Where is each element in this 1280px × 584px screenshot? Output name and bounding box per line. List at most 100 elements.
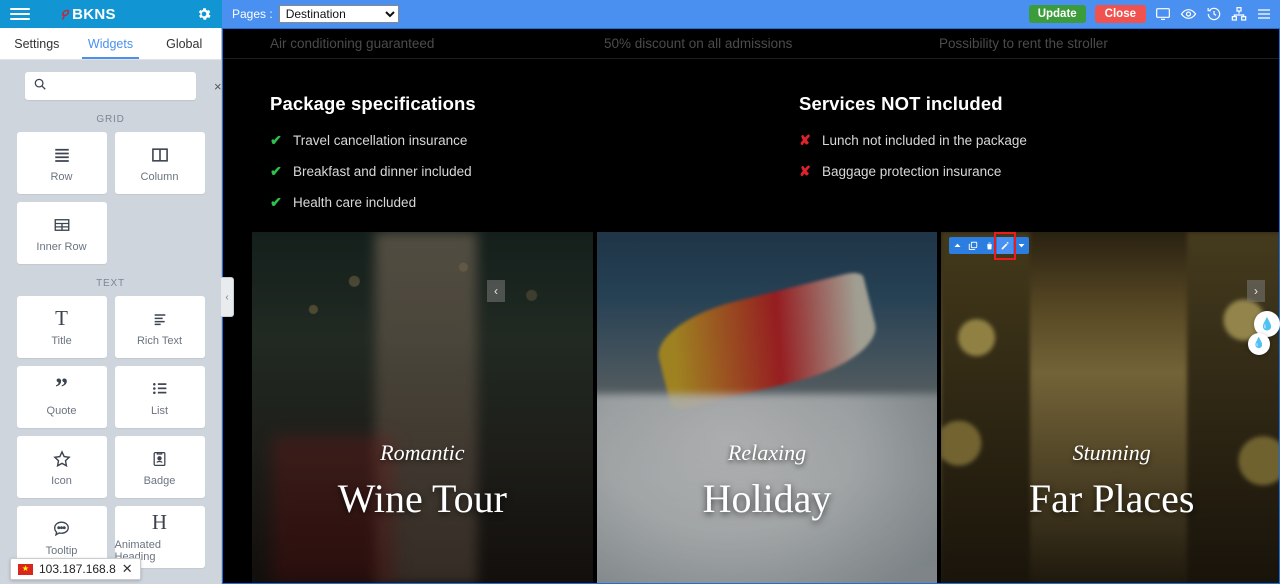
- spec-item-label: Lunch not included in the package: [822, 133, 1027, 148]
- search-icon: [33, 77, 47, 96]
- top-bar-actions: Update Close: [1028, 5, 1272, 23]
- pages-label: Pages :: [232, 7, 273, 21]
- top-bar-left: ⚲ BKNS: [0, 0, 222, 28]
- slide-overlay: [252, 232, 593, 584]
- eye-icon[interactable]: [1180, 6, 1197, 22]
- widget-quote[interactable]: ” Quote: [16, 366, 107, 428]
- widgets-scroll-area[interactable]: × GRID Row Column Inner Row TEXT T Title…: [0, 60, 221, 584]
- slide-title: Holiday: [702, 476, 832, 521]
- list-icon: [150, 378, 170, 400]
- widget-label: Icon: [51, 474, 72, 487]
- water-drop-icon-small[interactable]: 💧: [1248, 333, 1270, 355]
- app-root: ⚲ BKNS Pages : Destination Update Close: [0, 0, 1280, 584]
- carousel-slide[interactable]: Romantic Wine Tour: [252, 232, 593, 584]
- feature-strip: Air conditioning guaranteed 50% discount…: [222, 28, 1280, 58]
- panel-tabs: Settings Widgets Global: [0, 28, 221, 60]
- widget-rich-text[interactable]: Rich Text: [114, 296, 205, 358]
- specs-included-column: Package specifications ✔ Travel cancella…: [222, 93, 751, 225]
- tab-global[interactable]: Global: [147, 28, 221, 59]
- search-box[interactable]: ×: [25, 72, 221, 100]
- element-toolbar: [949, 237, 1029, 254]
- vn-flag-icon: [18, 563, 33, 575]
- widget-label: Row: [50, 170, 73, 183]
- quote-icon: ”: [55, 373, 68, 403]
- move-up-icon[interactable]: [949, 237, 965, 254]
- specs-excluded-column: Services NOT included ✘ Lunch not includ…: [751, 93, 1280, 225]
- widget-column[interactable]: Column: [114, 132, 205, 194]
- check-icon: ✔: [270, 132, 282, 148]
- carousel-slide[interactable]: Relaxing Holiday: [596, 232, 938, 584]
- widget-label: Title: [51, 334, 72, 347]
- feature-strip-item: Air conditioning guaranteed: [270, 35, 435, 51]
- hamburger-icon[interactable]: [10, 8, 30, 20]
- spec-item: ✔ Breakfast and dinner included: [270, 163, 751, 180]
- widget-title[interactable]: T Title: [16, 296, 107, 358]
- close-button[interactable]: Close: [1094, 5, 1146, 23]
- spec-item: ✘ Lunch not included in the package: [799, 132, 1280, 149]
- widget-label: List: [150, 404, 169, 417]
- specs-section: Package specifications ✔ Travel cancella…: [222, 59, 1280, 225]
- desktop-icon[interactable]: [1155, 6, 1171, 22]
- widget-label: Quote: [46, 404, 77, 417]
- spec-item-label: Baggage protection insurance: [822, 164, 1002, 179]
- widget-grid-grid: Row Column Inner Row: [0, 132, 221, 264]
- ip-address: 103.187.168.8: [39, 562, 116, 576]
- tooltip-icon: [51, 518, 72, 540]
- pages-select[interactable]: Destination: [278, 5, 399, 23]
- star-icon: [52, 448, 72, 470]
- slide-overlay: [596, 232, 938, 584]
- edit-pencil-icon[interactable]: [997, 237, 1013, 254]
- widget-label: Inner Row: [36, 240, 87, 253]
- carousel-slide[interactable]: Stunning Far Places: [941, 232, 1280, 584]
- panel-collapse-handle[interactable]: ‹: [221, 277, 234, 317]
- slide-overlay: [941, 232, 1280, 584]
- badge-icon: [151, 448, 168, 470]
- spec-item: ✔ Health care included: [270, 194, 751, 211]
- slide-title: Wine Tour: [337, 476, 507, 521]
- history-icon[interactable]: [1206, 6, 1222, 22]
- carousel-prev-button[interactable]: ‹: [487, 280, 505, 302]
- duplicate-icon[interactable]: [965, 237, 981, 254]
- update-button[interactable]: Update: [1028, 5, 1086, 23]
- group-title-text: TEXT: [96, 278, 125, 289]
- carousel-next-button[interactable]: ›: [1247, 280, 1265, 302]
- rows-icon: [51, 144, 73, 166]
- widget-badge[interactable]: Badge: [114, 436, 205, 498]
- spec-item-label: Breakfast and dinner included: [293, 164, 472, 179]
- search-clear-icon[interactable]: ×: [214, 80, 221, 93]
- feature-strip-item: 50% discount on all admissions: [604, 35, 793, 51]
- delete-icon[interactable]: [981, 237, 997, 254]
- widget-label: Tooltip: [45, 544, 78, 557]
- tab-widgets[interactable]: Widgets: [74, 28, 148, 59]
- group-title-grid: GRID: [96, 114, 125, 125]
- table-icon: [52, 214, 72, 236]
- top-bar-right: Pages : Destination Update Close: [222, 0, 1280, 28]
- specs-excluded-heading: Services NOT included: [799, 93, 1003, 114]
- carousel[interactable]: Romantic Wine Tour Relaxing Holiday Stun…: [252, 232, 1280, 584]
- widget-grid-text: T Title Rich Text ” Quote List Icon Badg…: [0, 296, 221, 568]
- search-input[interactable]: [53, 79, 208, 93]
- slide-subtitle: Relaxing: [727, 440, 807, 465]
- widget-inner-row[interactable]: Inner Row: [16, 202, 107, 264]
- sitemap-icon[interactable]: [1231, 6, 1247, 22]
- columns-icon: [150, 144, 170, 166]
- water-drop-widget[interactable]: 💧 💧: [1242, 311, 1280, 363]
- ip-badge: 103.187.168.8 ✕: [10, 558, 141, 580]
- menu-icon[interactable]: [1256, 6, 1272, 22]
- more-options-icon[interactable]: [1013, 237, 1029, 254]
- ip-close-icon[interactable]: ✕: [122, 561, 133, 577]
- page-canvas[interactable]: Air conditioning guaranteed 50% discount…: [222, 28, 1280, 584]
- tab-settings[interactable]: Settings: [0, 28, 74, 59]
- slide-subtitle: Stunning: [1072, 440, 1151, 465]
- widget-icon[interactable]: Icon: [16, 436, 107, 498]
- brand: ⚲ BKNS: [59, 5, 116, 23]
- slide-caption: Stunning Far Places: [941, 440, 1280, 522]
- slide-subtitle: Romantic: [380, 440, 465, 465]
- widget-list[interactable]: List: [114, 366, 205, 428]
- cross-icon: ✘: [799, 132, 811, 148]
- heading-icon: H: [151, 510, 168, 534]
- widget-row[interactable]: Row: [16, 132, 107, 194]
- brand-text: BKNS: [72, 5, 116, 23]
- spec-item: ✔ Travel cancellation insurance: [270, 132, 751, 149]
- gear-icon[interactable]: [196, 6, 212, 22]
